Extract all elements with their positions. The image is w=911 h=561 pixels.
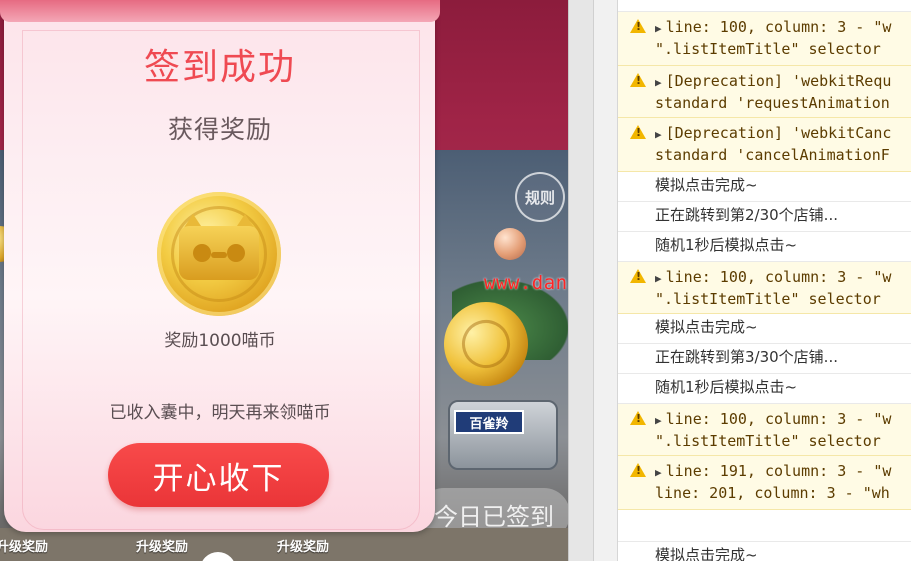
warning-icon: ! bbox=[636, 74, 642, 87]
console-message-text: line: 201, column: 3 - "wh bbox=[655, 484, 890, 502]
warning-icon: ! bbox=[636, 464, 642, 477]
expand-triangle-icon[interactable]: ▶ bbox=[655, 272, 662, 285]
cat-coin-icon bbox=[157, 192, 281, 316]
console-message-text: ".listItemTitle" selector bbox=[655, 432, 881, 450]
console-gutter bbox=[594, 0, 618, 561]
console-log-row[interactable] bbox=[618, 510, 911, 542]
console-log-row[interactable]: 随机1秒后模拟点击~ bbox=[618, 374, 911, 404]
console-message-text: ▶ [Deprecation] 'webkitCanc bbox=[655, 122, 891, 146]
warning-icon: ! bbox=[636, 20, 642, 33]
app-viewport: 规则 百雀羚 今日已签到 升级奖励 升级奖励 升级奖励 签到成功 获得奖励 奖励… bbox=[0, 0, 568, 561]
modal-scroll-bar bbox=[0, 0, 440, 22]
console-message-text: and https://www.chromestat bbox=[655, 0, 867, 6]
rules-badge[interactable]: 规则 bbox=[515, 172, 565, 222]
upgrade-reward-label[interactable]: 升级奖励 bbox=[277, 536, 329, 555]
devtools-console[interactable]: and https://www.chromestat!▶line: 100, c… bbox=[618, 0, 911, 561]
coin-ring bbox=[455, 313, 517, 375]
console-message-text: line: 100, column: 3 - "w bbox=[665, 268, 892, 286]
console-message-text: 随机1秒后模拟点击~ bbox=[655, 378, 798, 396]
expand-triangle-icon[interactable]: ▶ bbox=[655, 76, 662, 89]
console-message-text: line: 100, column: 3 - "w bbox=[665, 18, 892, 36]
reward-amount: 奖励1000喵币 bbox=[164, 331, 276, 351]
console-log-row[interactable]: 模拟点击完成~ bbox=[618, 542, 911, 561]
console-warning-row[interactable]: ! ▶ line: 100, column: 3 - "w ".listItemTit… bbox=[618, 12, 911, 66]
console-message-text: standard 'requestAnimation bbox=[655, 94, 890, 112]
console-message-text: ▶ line: 191, column: 3 - "w bbox=[655, 460, 891, 484]
cat-nose-icon bbox=[211, 252, 227, 258]
console-message-text: ▶ [Deprecation] 'webkitRequ bbox=[655, 70, 891, 94]
upgrade-reward-label[interactable]: 升级奖励 bbox=[136, 536, 188, 555]
pane-splitter[interactable] bbox=[568, 0, 594, 561]
console-message-text: ".listItemTitle" selector bbox=[655, 290, 881, 308]
reward-notice: 已收入囊中，明天再来领喵币 bbox=[109, 403, 331, 423]
accept-button[interactable]: 开心收下 bbox=[108, 443, 329, 507]
console-message-text: ▶ line: 100, column: 3 - "w bbox=[655, 266, 891, 290]
warning-icon: ! bbox=[636, 412, 642, 425]
console-log-row[interactable]: and https://www.chromestat bbox=[618, 0, 911, 12]
cat-eye-icon bbox=[193, 244, 211, 262]
expand-triangle-icon[interactable]: ▶ bbox=[655, 466, 662, 479]
console-warning-row[interactable]: ! ▶ line: 100, column: 3 - "w ".listItemTit… bbox=[618, 262, 911, 314]
console-message-text: 随机1秒后模拟点击~ bbox=[655, 236, 798, 254]
modal-title: 签到成功 bbox=[143, 47, 296, 88]
warning-icon: ! bbox=[636, 270, 642, 283]
console-warning-row[interactable]: ! ▶ [Deprecation] 'webkitRequ standard 'req… bbox=[618, 66, 911, 118]
console-message-text: 正在跳转到第2/30个店铺... bbox=[655, 206, 838, 224]
shop-plate: 百雀羚 bbox=[454, 410, 524, 434]
console-warning-row[interactable]: ! ▶ line: 191, column: 3 - "w line: 201, co… bbox=[618, 456, 911, 510]
console-message-text: [Deprecation] 'webkitCanc bbox=[665, 124, 892, 142]
console-message-text: line: 100, column: 3 - "w bbox=[665, 410, 892, 428]
expand-triangle-icon[interactable]: ▶ bbox=[655, 22, 662, 35]
expand-triangle-icon[interactable]: ▶ bbox=[655, 128, 662, 141]
warning-icon: ! bbox=[636, 126, 642, 139]
console-message-text: ".listItemTitle" selector bbox=[655, 40, 881, 58]
console-message-text: ▶ line: 100, column: 3 - "w bbox=[655, 16, 891, 40]
console-log-row[interactable]: 随机1秒后模拟点击~ bbox=[618, 232, 911, 262]
cat-eye-icon bbox=[227, 244, 245, 262]
console-log-row[interactable]: 正在跳转到第2/30个店铺... bbox=[618, 202, 911, 232]
console-log-row[interactable]: 模拟点击完成~ bbox=[618, 172, 911, 202]
upgrade-reward-label[interactable]: 升级奖励 bbox=[0, 536, 48, 555]
console-message-text: 模拟点击完成~ bbox=[655, 318, 758, 336]
modal-subtitle: 获得奖励 bbox=[167, 115, 272, 144]
console-log-row[interactable]: 正在跳转到第3/30个店铺... bbox=[618, 344, 911, 374]
console-message-text: 模拟点击完成~ bbox=[655, 546, 758, 561]
console-message-text: line: 191, column: 3 - "w bbox=[665, 462, 892, 480]
console-warning-row[interactable]: ! ▶ [Deprecation] 'webkitCanc standard 'can… bbox=[618, 118, 911, 172]
console-message-text: [Deprecation] 'webkitRequ bbox=[665, 72, 892, 90]
pearl-decoration bbox=[494, 228, 526, 260]
console-message-text: ▶ line: 100, column: 3 - "w bbox=[655, 408, 891, 432]
expand-triangle-icon[interactable]: ▶ bbox=[655, 414, 662, 427]
console-message-text: standard 'cancelAnimationF bbox=[655, 146, 890, 164]
console-message-text: 正在跳转到第3/30个店铺... bbox=[655, 348, 838, 366]
console-message-text: 模拟点击完成~ bbox=[655, 176, 758, 194]
console-warning-row[interactable]: ! ▶ line: 100, column: 3 - "w ".listItemTit… bbox=[618, 404, 911, 456]
console-log-row[interactable]: 模拟点击完成~ bbox=[618, 314, 911, 344]
